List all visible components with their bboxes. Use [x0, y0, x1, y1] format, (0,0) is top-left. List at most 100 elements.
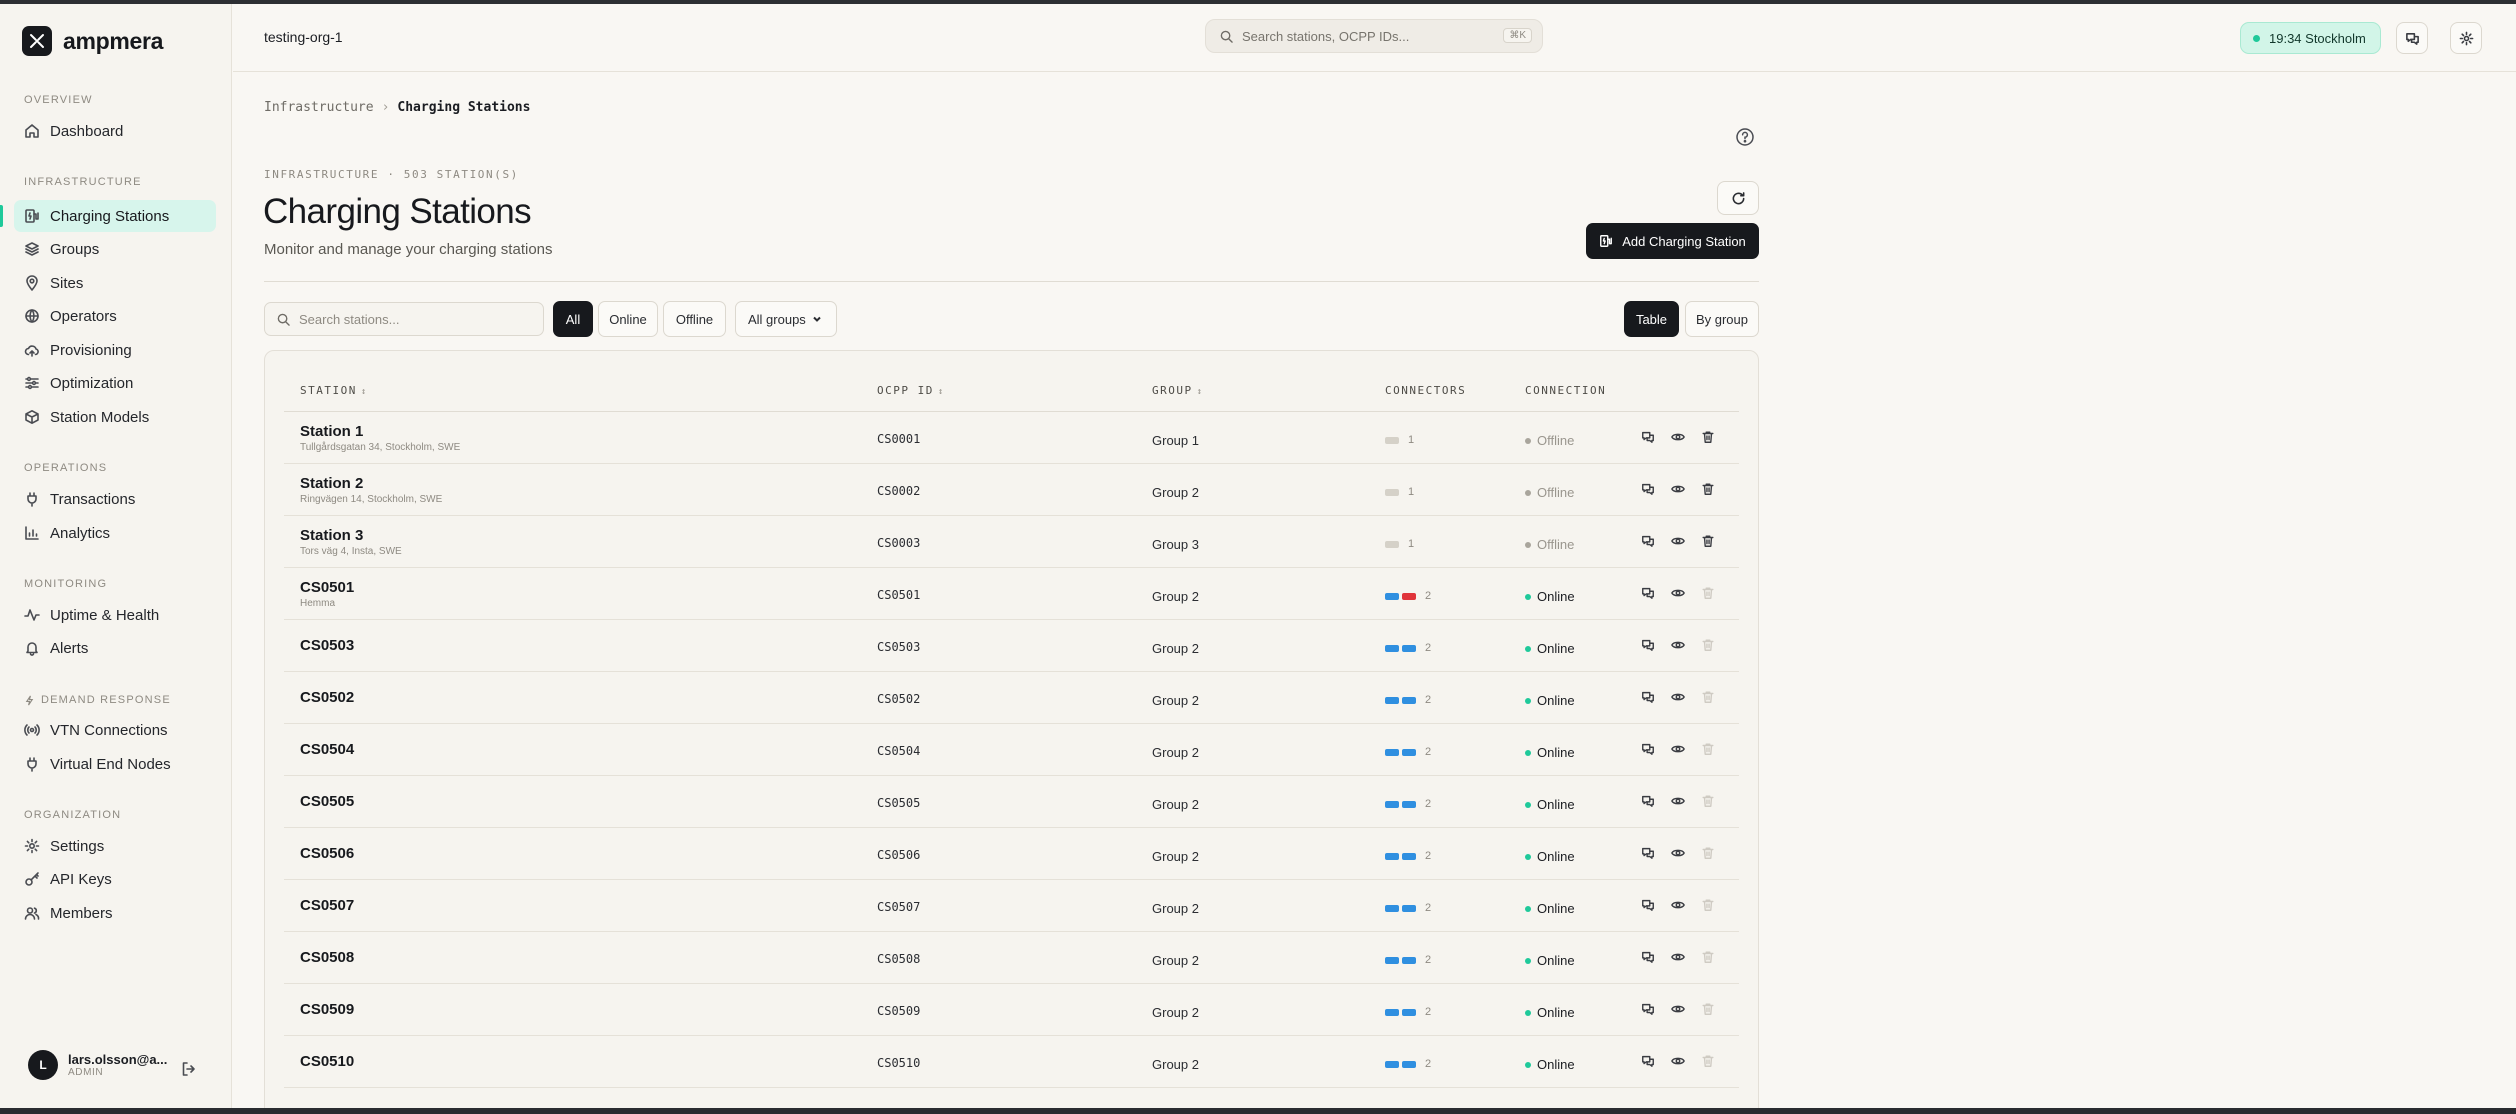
messages-icon[interactable]	[1639, 480, 1656, 497]
filter-offline[interactable]: Offline	[663, 301, 726, 337]
table-row[interactable]: Station 2 Ringvägen 14, Stockholm, SWE CS0…	[284, 464, 1739, 516]
column-header-station[interactable]: STATION ↕	[300, 384, 368, 397]
sidebar-item-api-keys[interactable]: API Keys	[14, 863, 216, 895]
org-switcher[interactable]: testing-org-1	[264, 29, 343, 45]
eye-icon[interactable]	[1669, 792, 1686, 809]
messages-icon[interactable]	[1639, 428, 1656, 445]
column-header-group[interactable]: GROUP ↕	[1152, 384, 1204, 397]
station-name[interactable]: CS0507	[300, 897, 354, 914]
table-row[interactable]: CS0510 CS0510 Group 2 2 Online	[284, 1036, 1739, 1088]
settings-button[interactable]	[2450, 22, 2482, 54]
breadcrumb-infrastructure[interactable]: Infrastructure	[264, 100, 374, 115]
sidebar-item-transactions[interactable]: Transactions	[14, 483, 216, 515]
sidebar-item-charging-stations[interactable]: Charging Stations	[14, 200, 216, 232]
add-charging-station-button[interactable]: Add Charging Station	[1586, 223, 1759, 259]
sidebar-item-vtn-connections[interactable]: VTN Connections	[14, 714, 216, 746]
trash-icon[interactable]	[1699, 480, 1716, 497]
messages-icon[interactable]	[1639, 948, 1656, 965]
table-row[interactable]: CS0503 CS0503 Group 2 2 Online	[284, 620, 1739, 672]
sidebar-item-settings[interactable]: Settings	[14, 830, 216, 862]
global-search-input[interactable]	[1242, 28, 1492, 44]
refresh-icon	[1732, 191, 1744, 204]
sidebar-item-uptime-health[interactable]: Uptime & Health	[14, 599, 216, 631]
station-name[interactable]: CS0501	[300, 579, 354, 596]
messages-icon[interactable]	[1639, 636, 1656, 653]
station-name[interactable]: Station 2	[300, 475, 363, 492]
eye-icon[interactable]	[1669, 636, 1686, 653]
station-name[interactable]: CS0505	[300, 793, 354, 810]
messages-icon[interactable]	[1639, 1000, 1656, 1017]
messages-icon[interactable]	[1639, 896, 1656, 913]
station-search[interactable]	[264, 302, 544, 336]
table-row[interactable]: Station 3 Tors väg 4, Insta, SWE CS0003 Gro…	[284, 516, 1739, 568]
eye-icon[interactable]	[1669, 532, 1686, 549]
filter-online[interactable]: Online	[598, 301, 658, 337]
station-address: Tullgårdsgatan 34, Stockholm, SWE	[300, 442, 461, 453]
messages-icon[interactable]	[1639, 532, 1656, 549]
station-name[interactable]: CS0510	[300, 1053, 354, 1070]
table-row[interactable]: CS0502 CS0502 Group 2 2 Online	[284, 672, 1739, 724]
table-row[interactable]: CS0506 CS0506 Group 2 2 Online	[284, 828, 1739, 880]
sidebar-item-sites[interactable]: Sites	[14, 267, 216, 299]
table-row[interactable]: CS0501 Hemma CS0501 Group 2 2 Online	[284, 568, 1739, 620]
station-name[interactable]: CS0506	[300, 845, 354, 862]
table-row[interactable]: CS0505 CS0505 Group 2 2 Online	[284, 776, 1739, 828]
sidebar-item-provisioning[interactable]: Provisioning	[14, 334, 216, 366]
eye-icon[interactable]	[1669, 896, 1686, 913]
sidebar-item-virtual-end-nodes[interactable]: Virtual End Nodes	[14, 748, 216, 780]
sidebar-item-optimization[interactable]: Optimization	[14, 367, 216, 399]
connection-status: Online	[1525, 1005, 1575, 1020]
station-name[interactable]: CS0508	[300, 949, 354, 966]
eye-icon[interactable]	[1669, 844, 1686, 861]
station-group: Group 2	[1152, 797, 1199, 812]
view-by-group[interactable]: By group	[1685, 301, 1759, 337]
station-name[interactable]: CS0504	[300, 741, 354, 758]
top-header: testing-org-1 ⌘K 19:34 Stockholm	[233, 4, 2516, 72]
user-menu[interactable]: L lars.olsson@a... ADMIN	[28, 1050, 167, 1080]
station-search-input[interactable]	[299, 311, 529, 327]
eye-icon[interactable]	[1669, 688, 1686, 705]
table-row[interactable]: CS0507 CS0507 Group 2 2 Online	[284, 880, 1739, 932]
eye-icon[interactable]	[1669, 948, 1686, 965]
eye-icon[interactable]	[1669, 584, 1686, 601]
eye-icon[interactable]	[1669, 1052, 1686, 1069]
messages-icon[interactable]	[1639, 792, 1656, 809]
table-row[interactable]: CS0509 CS0509 Group 2 2 Online	[284, 984, 1739, 1036]
messages-icon[interactable]	[1639, 740, 1656, 757]
global-search[interactable]: ⌘K	[1205, 19, 1543, 53]
refresh-button[interactable]	[1717, 181, 1759, 215]
station-name[interactable]: Station 1	[300, 423, 363, 440]
station-name[interactable]: Station 3	[300, 527, 363, 544]
view-table[interactable]: Table	[1624, 301, 1679, 337]
eye-icon[interactable]	[1669, 740, 1686, 757]
station-name[interactable]: CS0502	[300, 689, 354, 706]
sidebar-item-alerts[interactable]: Alerts	[14, 632, 216, 664]
station-name[interactable]: CS0503	[300, 637, 354, 654]
sidebar-item-analytics[interactable]: Analytics	[14, 517, 216, 549]
messages-icon[interactable]	[1639, 844, 1656, 861]
logout-icon[interactable]	[180, 1060, 198, 1078]
table-row[interactable]: CS0508 CS0508 Group 2 2 Online	[284, 932, 1739, 984]
eye-icon[interactable]	[1669, 480, 1686, 497]
messages-button[interactable]	[2396, 22, 2428, 54]
brand[interactable]: ampmera	[22, 26, 163, 56]
group-filter-select[interactable]: All groups	[735, 301, 837, 337]
sidebar-item-groups[interactable]: Groups	[14, 233, 216, 265]
trash-icon[interactable]	[1699, 532, 1716, 549]
table-row[interactable]: CS0504 CS0504 Group 2 2 Online	[284, 724, 1739, 776]
column-header-ocpp-id[interactable]: OCPP ID ↕	[877, 384, 945, 397]
eye-icon[interactable]	[1669, 1000, 1686, 1017]
sidebar-item-dashboard[interactable]: Dashboard	[14, 115, 216, 147]
table-row[interactable]: Station 1 Tullgårdsgatan 34, Stockholm, S…	[284, 412, 1739, 464]
sidebar-item-station-models[interactable]: Station Models	[14, 401, 216, 433]
sidebar-item-members[interactable]: Members	[14, 897, 216, 929]
sidebar-item-operators[interactable]: Operators	[14, 300, 216, 332]
trash-icon[interactable]	[1699, 428, 1716, 445]
filter-all[interactable]: All	[553, 301, 593, 337]
messages-icon[interactable]	[1639, 584, 1656, 601]
messages-icon[interactable]	[1639, 688, 1656, 705]
station-name[interactable]: CS0509	[300, 1001, 354, 1018]
help-icon[interactable]	[1735, 127, 1757, 149]
eye-icon[interactable]	[1669, 428, 1686, 445]
messages-icon[interactable]	[1639, 1052, 1656, 1069]
